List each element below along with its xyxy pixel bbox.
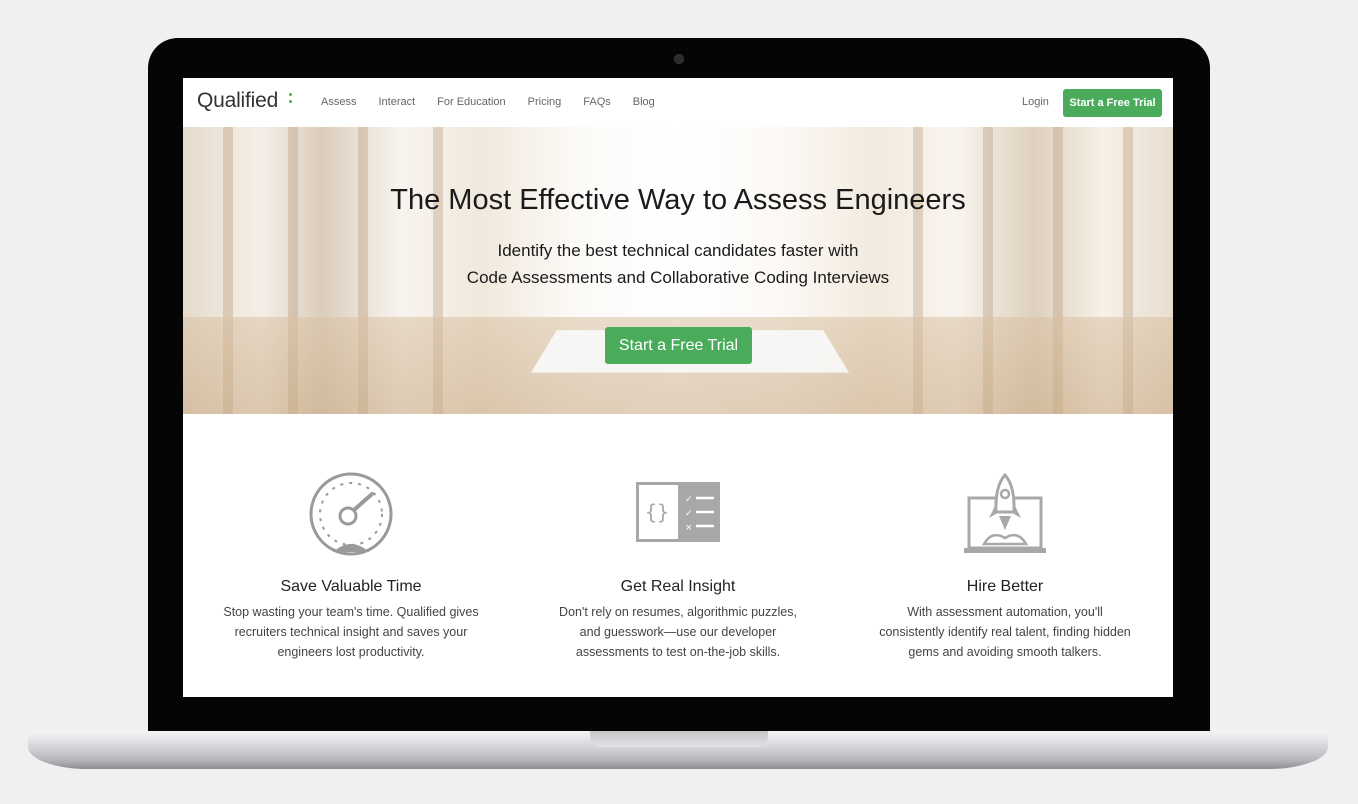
logo[interactable]: Qualified bbox=[197, 89, 278, 113]
nav-link-blog[interactable]: Blog bbox=[633, 96, 655, 108]
feature-real-insight: {} ✓ ✓ × Get Real Insight Don't rely on … bbox=[513, 468, 843, 662]
nav-link-pricing[interactable]: Pricing bbox=[528, 96, 562, 108]
nav-link-for-education[interactable]: For Education bbox=[437, 96, 505, 108]
feature-text: Don't rely on resumes, algorithmic puzzl… bbox=[559, 605, 797, 659]
feature-title: Get Real Insight bbox=[620, 578, 736, 595]
hero-section: The Most Effective Way to Assess Enginee… bbox=[183, 127, 1173, 414]
feature-text: Stop wasting your team's time. Qualified… bbox=[223, 605, 479, 659]
login-link[interactable]: Login bbox=[1022, 96, 1049, 108]
feature-text: With assessment automation, you'll consi… bbox=[879, 605, 1131, 659]
logo-dots-icon bbox=[289, 93, 293, 109]
svg-text:✓: ✓ bbox=[685, 509, 693, 519]
feature-save-time: Save Valuable Time Stop wasting your tea… bbox=[186, 468, 516, 662]
laptop-screen: Qualified Assess Interact For Education … bbox=[183, 78, 1173, 697]
hero-subtitle: Identify the best technical candidates f… bbox=[183, 237, 1173, 291]
feature-title: Save Valuable Time bbox=[280, 578, 422, 595]
hero-title: The Most Effective Way to Assess Enginee… bbox=[390, 184, 966, 216]
rocket-icon bbox=[840, 468, 1170, 556]
nav-link-interact[interactable]: Interact bbox=[378, 96, 415, 108]
hero-subtitle-line-1: Identify the best technical candidates f… bbox=[497, 241, 859, 260]
hero-subtitle-line-2: Code Assessments and Collaborative Codin… bbox=[466, 268, 890, 287]
feature-title: Hire Better bbox=[966, 578, 1044, 595]
laptop-notch bbox=[590, 731, 768, 747]
svg-text:{}: {} bbox=[645, 500, 669, 524]
hero-start-trial-button[interactable]: Start a Free Trial bbox=[605, 327, 752, 364]
nav-links: Assess Interact For Education Pricing FA… bbox=[321, 96, 677, 108]
feature-hire-better: Hire Better With assessment automation, … bbox=[840, 468, 1170, 662]
svg-text:✓: ✓ bbox=[685, 495, 693, 505]
webcam-icon bbox=[674, 54, 684, 64]
nav-link-assess[interactable]: Assess bbox=[321, 96, 356, 108]
code-checklist-icon: {} ✓ ✓ × bbox=[513, 468, 843, 556]
top-nav: Qualified Assess Interact For Education … bbox=[183, 78, 1173, 127]
nav-start-trial-button[interactable]: Start a Free Trial bbox=[1063, 89, 1162, 117]
nav-link-faqs[interactable]: FAQs bbox=[583, 96, 611, 108]
svg-text:×: × bbox=[685, 523, 693, 533]
speedometer-icon bbox=[186, 468, 516, 556]
